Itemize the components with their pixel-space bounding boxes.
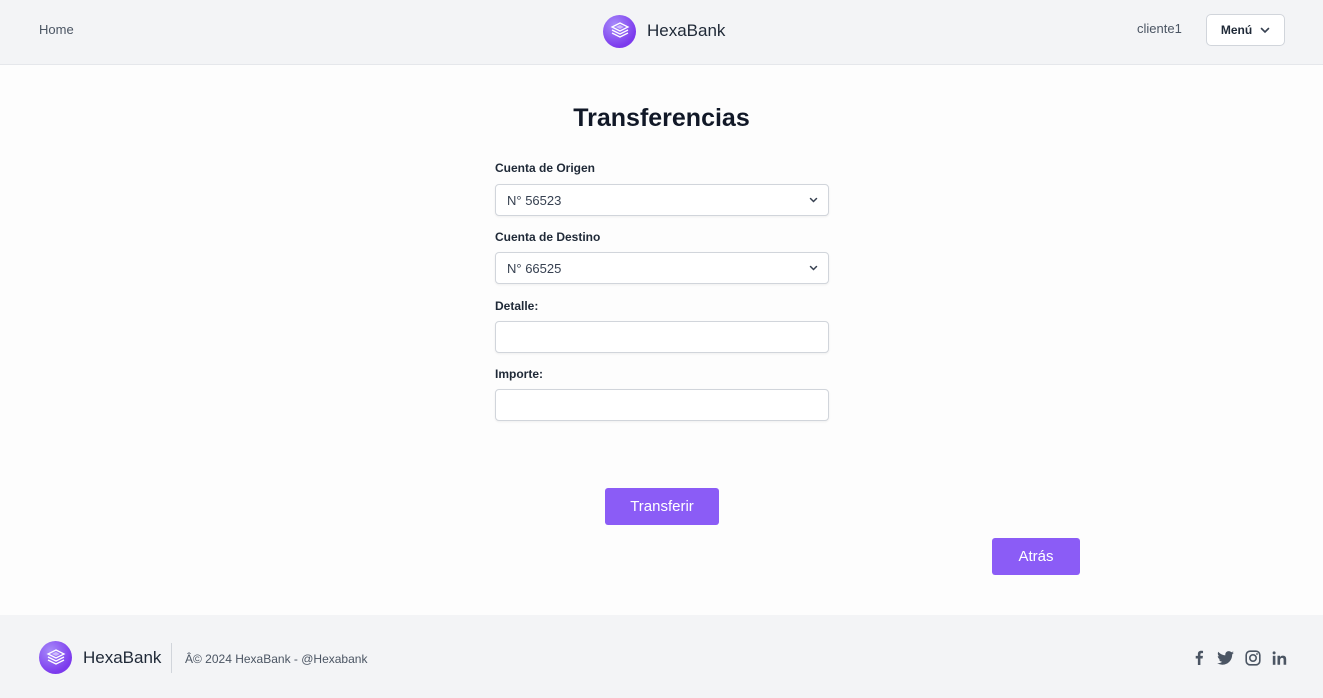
copyright-text: Â© 2024 HexaBank - @Hexabank bbox=[185, 652, 368, 666]
menu-button[interactable]: Menú bbox=[1206, 14, 1285, 46]
hexabank-logo-icon bbox=[603, 14, 636, 48]
amount-label: Importe: bbox=[495, 367, 543, 381]
twitter-icon[interactable] bbox=[1217, 649, 1234, 666]
brand[interactable]: HexaBank bbox=[603, 14, 725, 48]
amount-input[interactable] bbox=[495, 389, 829, 421]
destination-account-label: Cuenta de Destino bbox=[495, 230, 601, 244]
linkedin-icon[interactable] bbox=[1271, 649, 1288, 666]
origin-account-label: Cuenta de Origen bbox=[495, 161, 596, 175]
page-title: Transferencias bbox=[573, 104, 750, 132]
origin-account-select[interactable]: N° 56523 bbox=[495, 184, 829, 216]
footer-brand-name: HexaBank bbox=[83, 647, 162, 667]
home-link[interactable]: Home bbox=[39, 22, 74, 37]
footer: HexaBank Â© 2024 HexaBank - @Hexabank bbox=[0, 615, 1323, 698]
brand-name: HexaBank bbox=[647, 21, 726, 40]
back-button[interactable]: Atrás bbox=[992, 538, 1080, 575]
facebook-icon[interactable] bbox=[1190, 649, 1207, 666]
username: cliente1 bbox=[1137, 21, 1182, 36]
menu-label: Menú bbox=[1220, 23, 1253, 37]
social-links bbox=[1190, 649, 1288, 666]
footer-brand[interactable]: HexaBank bbox=[39, 641, 161, 674]
destination-account-value: N° 66525 bbox=[507, 260, 562, 276]
instagram-icon[interactable] bbox=[1244, 649, 1261, 666]
detail-input[interactable] bbox=[495, 321, 829, 353]
chevron-down-icon bbox=[809, 265, 818, 271]
detail-label: Detalle: bbox=[495, 299, 539, 313]
transfer-button[interactable]: Transferir bbox=[605, 488, 719, 525]
hexabank-logo-icon bbox=[39, 641, 72, 674]
destination-account-select[interactable]: N° 66525 bbox=[495, 252, 829, 284]
chevron-down-icon bbox=[809, 197, 818, 203]
footer-divider bbox=[171, 643, 172, 673]
chevron-down-icon bbox=[1260, 27, 1270, 33]
origin-account-value: N° 56523 bbox=[507, 192, 562, 208]
top-navbar: Home HexaBank cliente1 Menú bbox=[0, 0, 1323, 65]
